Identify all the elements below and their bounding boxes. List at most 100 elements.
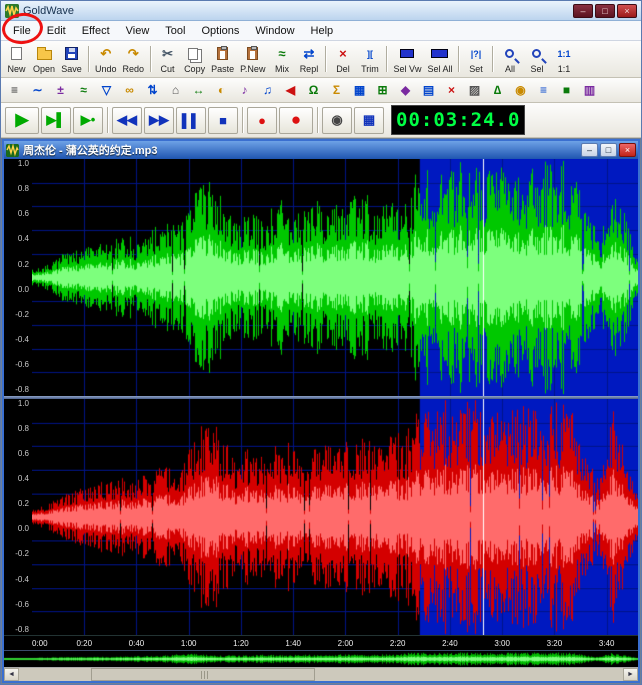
invert-button[interactable]: ⇅ — [142, 80, 163, 101]
menu-item-options[interactable]: Options — [193, 23, 247, 39]
document-title-bar[interactable]: 周杰伦 - 蒲公英的约定.mp3 – □ × — [4, 141, 638, 159]
play-all-button[interactable]: ▶▌ — [41, 107, 71, 134]
invert-icon: ⇅ — [147, 83, 157, 97]
amplitude-ruler-right: 1.00.80.60.40.20.0-0.2-0.4-0.6-0.8 — [4, 399, 32, 636]
visual-mode-button[interactable]: ▦ — [354, 107, 384, 134]
paste-new-button[interactable]: P.New — [237, 43, 268, 76]
menu-item-file[interactable]: File — [5, 23, 39, 39]
trim-glyph: ][ — [367, 47, 373, 61]
title-bar[interactable]: GoldWave – □ × — [1, 1, 641, 21]
doc-maximize-button[interactable]: □ — [600, 143, 617, 157]
overview-waveform-canvas[interactable] — [4, 651, 638, 667]
amplitude-label: 0.4 — [4, 235, 29, 243]
cue-points-button[interactable]: ≡ — [533, 80, 554, 101]
resample-button[interactable]: Ω — [303, 80, 324, 101]
redo-icon: ↷ — [128, 46, 139, 62]
play-icon: ▶ — [15, 110, 28, 130]
replace-button[interactable]: ⇄Repl — [295, 43, 322, 76]
select-view-button[interactable]: Sel Vw — [390, 43, 424, 76]
pop-click-button[interactable]: ∆ — [487, 80, 508, 101]
menu-item-window[interactable]: Window — [247, 23, 302, 39]
doppler-button[interactable]: ∼ — [27, 80, 48, 101]
waveform-right-canvas[interactable] — [32, 399, 638, 636]
fade-in-button[interactable]: ▤ — [418, 80, 439, 101]
noise-reduction-button[interactable]: ▨ — [464, 80, 485, 101]
fade-in-icon: ▤ — [423, 83, 434, 97]
menu-item-tool[interactable]: Tool — [157, 23, 193, 39]
toolbar-group: ✂CutCopyPasteP.New≈Mix⇄Repl — [154, 43, 322, 76]
cut-button[interactable]: ✂Cut — [154, 43, 181, 76]
record-selection-button[interactable]: ● — [247, 107, 277, 134]
mix-button[interactable]: ≈Mix — [268, 43, 295, 76]
interpolate-button[interactable]: ▦ — [349, 80, 370, 101]
paste-button[interactable]: Paste — [208, 43, 237, 76]
overview-strip[interactable] — [4, 650, 638, 667]
delete-button[interactable]: ×Del — [329, 43, 356, 76]
mix-paste-button[interactable]: ⊞ — [372, 80, 393, 101]
time-label: 1:40 — [285, 639, 301, 648]
menu-item-effect[interactable]: Effect — [74, 23, 118, 39]
mdi-area: 周杰伦 - 蒲公英的约定.mp3 – □ × 1.00.80.60.40.20.… — [1, 138, 641, 684]
time-label: 2:20 — [390, 639, 406, 648]
close-button[interactable]: × — [617, 4, 637, 18]
auto-cue-button[interactable]: ◉ — [510, 80, 531, 101]
flanger-button[interactable]: ∞ — [119, 80, 140, 101]
horizontal-scrollbar[interactable]: ◄ ► — [4, 667, 638, 681]
fast-forward-button[interactable]: ▶▶ — [144, 107, 174, 134]
trim-button[interactable]: ][Trim — [356, 43, 383, 76]
scrollbar-track[interactable] — [19, 668, 623, 681]
pan-button[interactable]: ◐ — [211, 80, 232, 101]
mechanize-button[interactable]: ⌂ — [165, 80, 186, 101]
maximize-button[interactable]: □ — [595, 4, 615, 18]
pause-button[interactable]: ▌▌ — [176, 107, 206, 134]
play-from-marker-button[interactable]: ▶• — [73, 107, 103, 134]
scroll-left-button[interactable]: ◄ — [4, 668, 19, 681]
play-button[interactable]: ▶ — [5, 107, 39, 134]
time-display: 00:03:24.0 — [391, 105, 525, 135]
toolbar-button-label: Copy — [184, 64, 205, 74]
toolbar-group: AllSel1:11:1 — [496, 43, 577, 76]
waveform-left-canvas[interactable] — [32, 159, 638, 396]
copy-button[interactable]: Copy — [181, 43, 208, 76]
open-button[interactable]: Open — [30, 43, 58, 76]
cue-points-icon: ≡ — [540, 83, 547, 97]
monitor-button[interactable]: ◉ — [322, 107, 352, 134]
select-all-button[interactable]: Sel All — [424, 43, 455, 76]
dynamics-icon: ± — [57, 83, 64, 97]
offset-button[interactable]: ↔ — [188, 80, 209, 101]
scroll-right-button[interactable]: ► — [623, 668, 638, 681]
menu-item-help[interactable]: Help — [303, 23, 342, 39]
menu-item-view[interactable]: View — [118, 23, 158, 39]
stop-button[interactable]: ■ — [208, 107, 238, 134]
playback-rate-button[interactable]: ♫ — [257, 80, 278, 101]
dynamics-button[interactable]: ± — [50, 80, 71, 101]
doc-minimize-button[interactable]: – — [581, 143, 598, 157]
expression-evaluator-button[interactable]: Σ — [326, 80, 347, 101]
rewind-button[interactable]: ◀◀ — [112, 107, 142, 134]
reverse-button[interactable]: ◀ — [280, 80, 301, 101]
redo-button[interactable]: ↷Redo — [120, 43, 148, 76]
undo-button[interactable]: ↶Undo — [92, 43, 120, 76]
zoom-one-to-one-button[interactable]: 1:11:1 — [550, 43, 577, 76]
visual-mode-icon: ▦ — [363, 112, 375, 128]
echo-button[interactable]: ≈ — [73, 80, 94, 101]
time-axis[interactable]: 0:000:200:401:001:201:402:002:202:403:00… — [4, 635, 638, 650]
save-button[interactable]: Save — [58, 43, 85, 76]
zoom-all-button[interactable]: All — [496, 43, 523, 76]
amplitude-label: 0.2 — [4, 500, 29, 508]
filter-button[interactable]: ▽ — [96, 80, 117, 101]
max-volume-button[interactable]: ■ — [556, 80, 577, 101]
record-new-button[interactable]: ● — [279, 107, 313, 134]
set-selection-button[interactable]: |?|Set — [462, 43, 489, 76]
mute-button[interactable]: × — [441, 80, 462, 101]
new-button[interactable]: New — [3, 43, 30, 76]
device-controls-button[interactable]: ≡ — [4, 80, 25, 101]
doc-close-button[interactable]: × — [619, 143, 636, 157]
match-volume-button[interactable]: ▥ — [579, 80, 600, 101]
shape-volume-button[interactable]: ◆ — [395, 80, 416, 101]
menu-item-edit[interactable]: Edit — [39, 23, 74, 39]
zoom-selection-button[interactable]: Sel — [523, 43, 550, 76]
pitch-button[interactable]: ♪ — [234, 80, 255, 101]
scrollbar-thumb[interactable] — [91, 668, 314, 681]
minimize-button[interactable]: – — [573, 4, 593, 18]
